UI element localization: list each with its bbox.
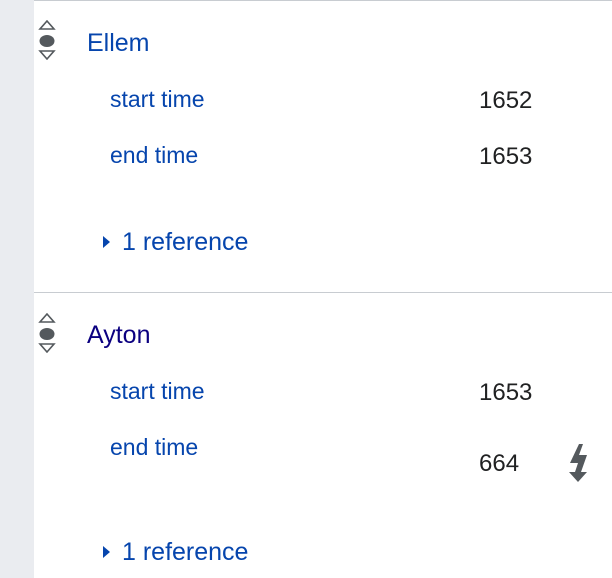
expand-triangle-icon — [103, 546, 110, 558]
qualifier-property-start-time[interactable]: start time — [110, 380, 205, 403]
constraint-violation-icon[interactable] — [565, 442, 591, 482]
references-toggle[interactable]: 1 reference — [103, 538, 248, 566]
expand-triangle-icon — [103, 236, 110, 248]
references-label: 1 reference — [122, 537, 249, 566]
qualifier-property-end-time[interactable]: end time — [110, 144, 198, 167]
statement-value-link[interactable]: Ayton — [87, 323, 150, 348]
references-label: 1 reference — [122, 227, 249, 256]
normal-rank-icon[interactable] — [38, 20, 56, 60]
qualifier-property-start-time[interactable]: start time — [110, 88, 205, 111]
statement-ayton: Ayton start time 1653 end time 664 1 ref… — [0, 293, 612, 578]
statement-value-link[interactable]: Ellem — [87, 31, 150, 56]
normal-rank-icon[interactable] — [38, 313, 56, 353]
qualifier-value-start-time: 1652 — [479, 87, 533, 114]
qualifier-value-end-time: 1653 — [479, 143, 533, 170]
qualifier-value-start-time: 1653 — [479, 379, 533, 406]
statement-list: Ellem start time 1652 end time 1653 1 re… — [0, 0, 612, 578]
qualifier-value-end-time: 664 — [479, 450, 520, 477]
qualifier-property-end-time[interactable]: end time — [110, 436, 198, 459]
references-toggle[interactable]: 1 reference — [103, 228, 248, 256]
statement-ellem: Ellem start time 1652 end time 1653 1 re… — [0, 0, 612, 292]
